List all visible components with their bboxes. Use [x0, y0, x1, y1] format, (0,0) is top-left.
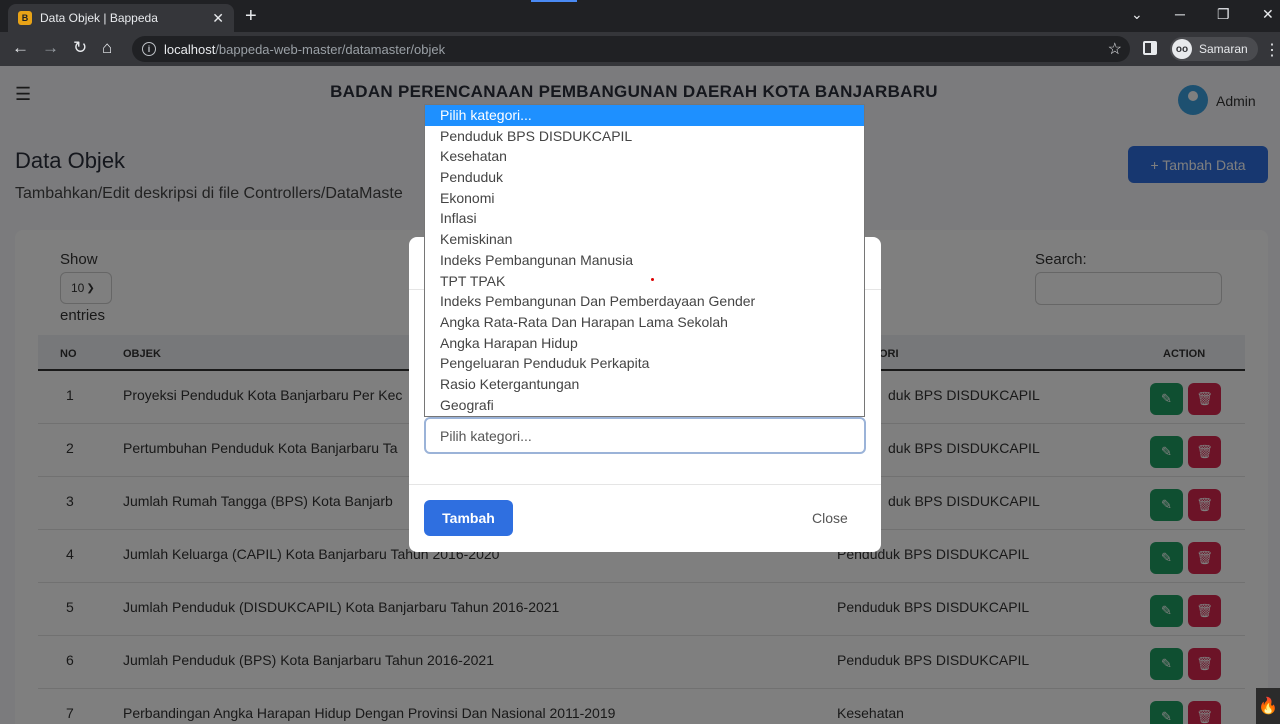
url-path: /bappeda-web-master/datamaster/objek	[215, 41, 446, 57]
dropdown-option[interactable]: Penduduk	[425, 167, 864, 188]
dropdown-option[interactable]: Indeks Pembangunan Manusia	[425, 250, 864, 271]
incognito-icon: oo	[1172, 39, 1192, 59]
profile-name: Samaran	[1199, 42, 1248, 56]
dropdown-option[interactable]: Indeks Pembangunan Dan Pemberdayaan Gend…	[425, 291, 864, 312]
tab-close-icon[interactable]: ✕	[212, 10, 224, 27]
restore-button[interactable]: ❐	[1217, 6, 1230, 23]
dropdown-option[interactable]: Geografi	[425, 395, 864, 416]
window-close-button[interactable]: ✕	[1262, 6, 1274, 23]
home-icon[interactable]: ⌂	[102, 38, 112, 58]
site-favicon-icon: B	[18, 11, 32, 25]
modal-footer-divider	[409, 484, 881, 485]
profile-button[interactable]: oo Samaran	[1170, 37, 1258, 61]
cursor-dot	[651, 278, 654, 281]
bookmark-star-icon[interactable]: ☆	[1108, 39, 1122, 59]
dropdown-option[interactable]: Kemiskinan	[425, 229, 864, 250]
site-info-icon[interactable]: i	[142, 42, 156, 56]
dropdown-option[interactable]: Angka Rata-Rata Dan Harapan Lama Sekolah	[425, 312, 864, 333]
address-bar[interactable]: i localhost/bappeda-web-master/datamaste…	[132, 36, 1130, 62]
new-tab-button[interactable]: +	[245, 5, 257, 27]
browser-tab-bar: B Data Objek | Bappeda ✕ + ⌄ ─ ❐ ✕	[0, 0, 1280, 32]
category-dropdown-list: Pilih kategori... Penduduk BPS DISDUKCAP…	[424, 104, 865, 417]
dropdown-option[interactable]: Pengeluaran Penduduk Perkapita	[425, 353, 864, 374]
dropdown-option[interactable]: Kesehatan	[425, 146, 864, 167]
dropdown-option[interactable]: Penduduk BPS DISDUKCAPIL	[425, 126, 864, 147]
dropdown-option[interactable]: Angka Harapan Hidup	[425, 333, 864, 354]
dropdown-option[interactable]: TPT TPAK	[425, 271, 864, 292]
dropdown-option[interactable]: Inflasi	[425, 208, 864, 229]
dropdown-option[interactable]: Rasio Ketergantungan	[425, 374, 864, 395]
dropdown-option[interactable]: Ekonomi	[425, 188, 864, 209]
tab-strip-indicator	[531, 0, 577, 2]
debug-toolbar-icon[interactable]: 🔥	[1256, 688, 1280, 724]
tab-search-icon[interactable]: ⌄	[1131, 6, 1143, 23]
url-host: localhost	[164, 41, 216, 57]
back-arrow-icon[interactable]: ←	[12, 38, 29, 58]
forward-arrow-icon[interactable]: →	[42, 38, 59, 58]
category-select[interactable]: Pilih kategori...	[424, 417, 866, 454]
browser-tab[interactable]: B Data Objek | Bappeda ✕	[8, 4, 234, 32]
tab-title: Data Objek | Bappeda	[40, 11, 158, 25]
reload-icon[interactable]: ↻	[73, 38, 87, 58]
side-panel-icon[interactable]	[1143, 41, 1157, 55]
dropdown-option[interactable]: Pilih kategori...	[425, 105, 864, 126]
close-button[interactable]: Close	[812, 510, 848, 526]
tambah-button[interactable]: Tambah	[424, 500, 513, 536]
browser-toolbar: ← → ↻ ⌂ i localhost/bappeda-web-master/d…	[0, 32, 1280, 66]
browser-menu-icon[interactable]: ⋮	[1264, 40, 1280, 60]
minimize-button[interactable]: ─	[1175, 6, 1185, 22]
